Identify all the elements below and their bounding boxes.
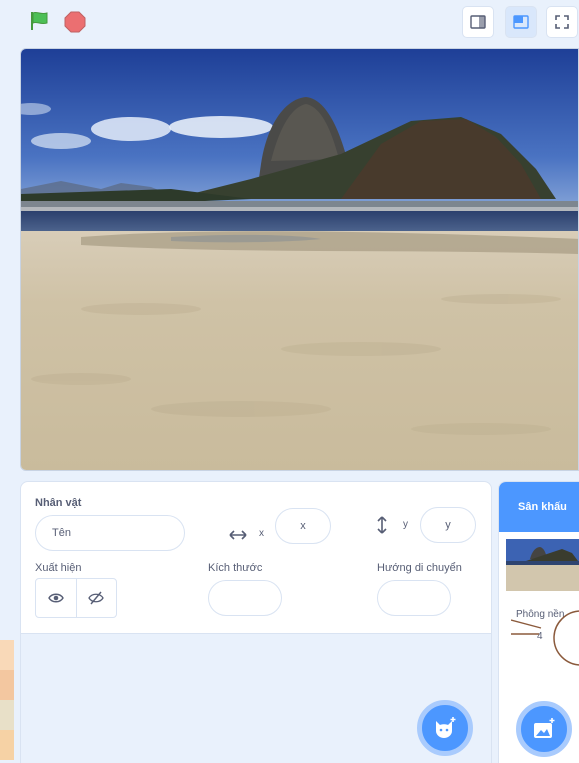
eye-icon xyxy=(47,593,64,603)
fullscreen-icon xyxy=(555,15,569,29)
size-input[interactable] xyxy=(208,580,282,616)
backdrop-thumbnail-image xyxy=(506,539,579,591)
sprite-list xyxy=(21,634,491,763)
hide-button[interactable] xyxy=(75,579,117,617)
x-input[interactable]: x xyxy=(275,508,331,544)
direction-label: Hướng di chuyển xyxy=(377,562,462,574)
small-stage-button[interactable] xyxy=(462,6,494,38)
stop-icon[interactable] xyxy=(64,11,86,33)
beach-backdrop-image xyxy=(21,49,578,470)
y-placeholder: y xyxy=(445,519,451,531)
x-label: x xyxy=(259,528,264,539)
eye-hidden-icon xyxy=(88,591,105,605)
stage-header-label: Sân khấu xyxy=(518,501,567,513)
sprite-name-placeholder: Tên xyxy=(52,527,71,539)
y-arrows-icon xyxy=(377,516,387,534)
direction-input[interactable] xyxy=(377,580,451,616)
sprite-info-panel: Nhân vật Tên x x y y Xuất hiện Kích thướ… xyxy=(20,481,492,763)
left-decoration xyxy=(0,640,14,763)
sprite-label: Nhân vật xyxy=(35,497,82,509)
stage-selector-panel[interactable]: Sân khấu Phông nền 4 xyxy=(498,481,579,763)
x-placeholder: x xyxy=(300,520,306,532)
add-backdrop-button[interactable] xyxy=(516,701,572,757)
stage-toolbar xyxy=(20,0,579,44)
x-arrows-icon xyxy=(229,530,247,540)
fullscreen-button[interactable] xyxy=(546,6,578,38)
sprite-name-input[interactable]: Tên xyxy=(35,515,185,551)
small-stage-icon xyxy=(470,15,486,29)
show-button[interactable] xyxy=(36,579,76,617)
y-input[interactable]: y xyxy=(420,507,476,543)
visibility-toggle xyxy=(35,578,117,618)
sprite-info-fields: Nhân vật Tên x x y y Xuất hiện Kích thướ… xyxy=(21,482,491,634)
backdrop-add-icon xyxy=(534,718,555,738)
normal-stage-icon xyxy=(513,15,529,29)
add-sprite-button[interactable] xyxy=(417,700,473,756)
green-flag-icon[interactable] xyxy=(28,10,50,32)
stage-canvas[interactable] xyxy=(20,48,579,471)
wheel-decoration-icon xyxy=(511,610,579,666)
size-label: Kích thước xyxy=(208,562,263,574)
y-label: y xyxy=(403,519,408,530)
show-label: Xuất hiện xyxy=(35,562,82,574)
stage-thumbnail[interactable] xyxy=(506,539,579,591)
cat-add-icon xyxy=(436,717,456,738)
normal-stage-button[interactable] xyxy=(505,6,537,38)
stage-header: Sân khấu xyxy=(499,482,579,532)
